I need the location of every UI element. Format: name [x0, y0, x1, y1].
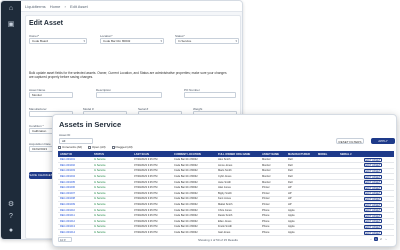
status-cell: In Service — [92, 229, 132, 236]
user-icon[interactable]: ● — [7, 227, 15, 235]
table-cell — [338, 229, 362, 236]
asset-id-link[interactable]: REC-001014 — [58, 229, 92, 236]
assets-in-service-modal: Assets in Service Asset ID All RESET FIL… — [52, 114, 397, 247]
edit-asset-button[interactable]: EDIT ASSET — [364, 174, 382, 179]
asset-id-label: Asset ID — [59, 133, 71, 137]
filter-chip[interactable]: Open (All) — [88, 145, 106, 149]
asset-name-input[interactable]: Monitor — [29, 92, 73, 98]
app-logo: Liquidterms — [25, 3, 46, 9]
chevron-down-icon: ▾ — [83, 39, 85, 43]
page-title: Edit Asset — [29, 20, 63, 27]
pagination: ‹ 1 2 › — [369, 237, 388, 241]
edit-cell[interactable]: EDIT ASSET — [362, 229, 394, 236]
asset-icon[interactable]: ▣ — [7, 21, 15, 29]
edit-asset-button[interactable]: EDIT ASSET — [364, 202, 382, 207]
status-select[interactable]: In Service ▾ — [175, 38, 239, 44]
breadcrumb-home[interactable]: Home — [50, 4, 61, 9]
edit-asset-button[interactable]: EDIT ASSET — [364, 196, 382, 201]
apply-button[interactable]: APPLY — [371, 138, 395, 144]
edit-asset-button[interactable]: EDIT ASSET — [364, 191, 382, 196]
filter-chips: Unrecords (All) Open (All) Flagged (All) — [58, 145, 133, 149]
per-page-select[interactable]: 10 ▾ — [58, 237, 72, 242]
table-body: REC-001001 In Service 07/30/2023 3:45 PM Co… — [58, 157, 394, 236]
asset-id-filter[interactable]: All — [59, 138, 93, 144]
next-page-icon[interactable]: › — [384, 237, 388, 241]
filter-chip[interactable]: Flagged (All) — [111, 145, 133, 149]
location-select[interactable]: Code Bar Rm 80032 ▾ — [100, 38, 164, 44]
page-2[interactable]: 2 — [379, 237, 383, 241]
breadcrumb: Home › Edit Asset — [49, 3, 88, 9]
left-nav-rail: ⌂ ▣ ⚙ ? ● — [1, 1, 21, 239]
results-count: Showing 1 of 50 of 15 Results — [198, 238, 238, 242]
chevron-down-icon: ▾ — [160, 39, 162, 43]
edit-asset-button[interactable]: EDIT ASSET — [364, 185, 382, 190]
top-bar: Liquidterms Home › Edit Asset — [21, 1, 242, 12]
home-icon[interactable]: ⌂ — [7, 5, 15, 13]
owner-select[interactable]: Code Board ▾ — [29, 38, 87, 44]
table-footer: 10 ▾ Showing 1 of 50 of 15 Results ‹ 1 2… — [58, 236, 394, 244]
edit-asset-button[interactable]: EDIT ASSET — [364, 230, 382, 235]
table-cell: 07/30/2023 3:45 PM — [132, 229, 172, 236]
edit-asset-button[interactable]: EDIT ASSET — [364, 224, 382, 229]
help-icon[interactable]: ? — [7, 213, 15, 221]
edit-asset-button[interactable]: EDIT ASSET — [364, 208, 382, 213]
edit-asset-button[interactable]: EDIT ASSET — [364, 213, 382, 218]
edit-asset-button[interactable]: EDIT ASSET — [364, 157, 382, 162]
reset-filters-button[interactable]: RESET FILTERS — [336, 138, 364, 144]
save-changes-button[interactable]: SAVE CHANGES — [29, 172, 53, 179]
description-input[interactable] — [96, 92, 162, 98]
breadcrumb-current: Edit Asset — [69, 3, 88, 9]
table-row[interactable]: REC-001014 In Service 07/30/2023 3:45 PM Co… — [58, 229, 394, 236]
screen: ⌂ ▣ ⚙ ? ● Liquidterms Home › Edit Asset … — [0, 0, 400, 250]
table-cell: Phone — [260, 229, 286, 236]
chevron-down-icon: ▾ — [235, 39, 237, 43]
checkbox-icon — [58, 145, 61, 149]
edit-asset-button[interactable]: EDIT ASSET — [364, 219, 382, 224]
edit-asset-button[interactable]: EDIT ASSET — [364, 163, 382, 168]
filter-chip[interactable]: Unrecords (All) — [58, 145, 82, 149]
table-cell — [316, 229, 338, 236]
page-1[interactable]: 1 — [374, 237, 378, 241]
edit-asset-button[interactable]: EDIT ASSET — [364, 168, 382, 173]
settings-icon[interactable]: ⚙ — [7, 201, 15, 209]
table-cell: Gail Jones — [216, 229, 260, 236]
table-cell: Code Bar Rm 80032 — [172, 229, 216, 236]
po-number-input[interactable] — [184, 92, 236, 98]
table-cell: Apple — [286, 229, 316, 236]
bulk-update-note: Bulk update asset fields for the selecte… — [29, 71, 227, 79]
edit-asset-button[interactable]: EDIT ASSET — [364, 180, 382, 185]
assets-table: ASSET ID STATUS LAST SCAN CURRENT LOCATION F… — [58, 151, 394, 236]
checkbox-icon — [88, 145, 92, 149]
checkbox-icon — [111, 145, 115, 149]
modal-title: Assets in Service — [59, 120, 122, 129]
prev-page-icon[interactable]: ‹ — [369, 237, 373, 241]
